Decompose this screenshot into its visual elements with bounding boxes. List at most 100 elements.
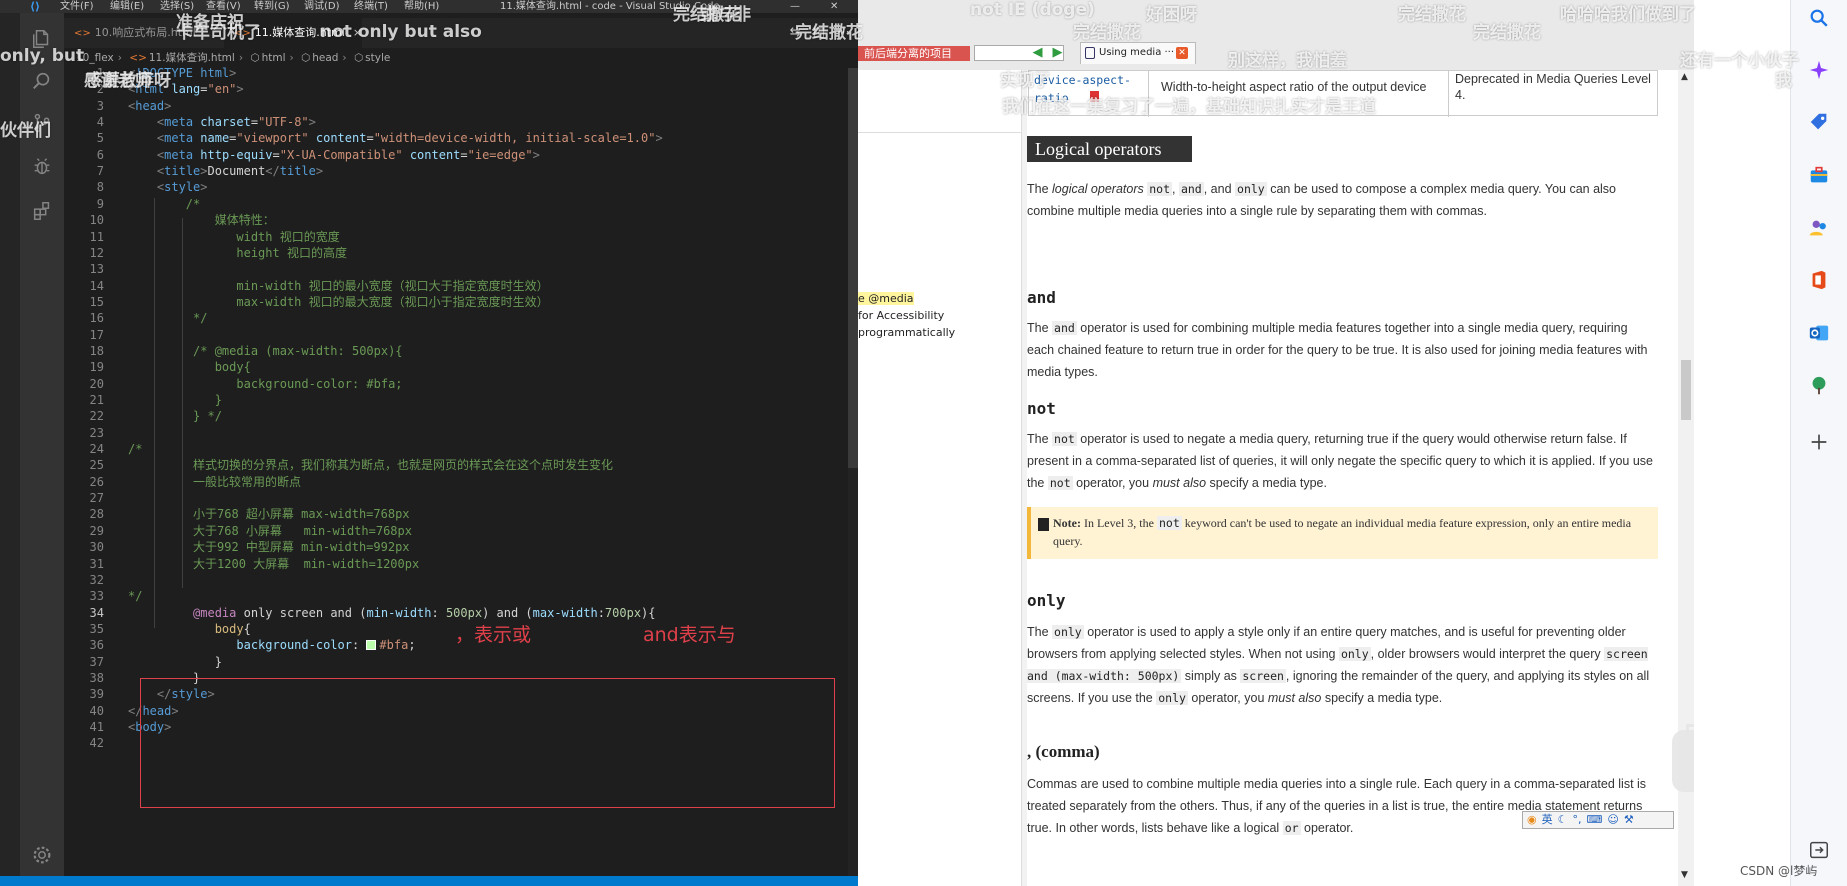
vscode-window: ⟨⟩ 文件(F) 编辑(E) 选择(S) 查看(V) 转到(G) 调试(D) 终… [0, 0, 858, 886]
status-bar [0, 876, 858, 886]
briefcase-icon[interactable] [1807, 163, 1831, 187]
left-pane-panel [858, 132, 1021, 212]
left-pane-link[interactable]: for Accessibility [858, 307, 955, 324]
note-box: Note: In Level 3, the not keyword can't … [1027, 507, 1658, 559]
menu-file[interactable]: 文件(F) [60, 0, 94, 13]
sparkle-icon[interactable] [1807, 58, 1831, 82]
section-heading-logical-operators: Logical operators [1027, 136, 1192, 162]
note-icon [1038, 518, 1049, 531]
ime-keyboard-icon[interactable]: ⌨ [1586, 813, 1602, 826]
element-icon: ⬡ [353, 52, 364, 64]
tag-icon[interactable] [1807, 110, 1831, 134]
danmaku-comment: not only but also [320, 22, 482, 42]
danmaku-comment: 别这样，我怕羞 [1228, 51, 1347, 71]
ime-tool-icon[interactable]: ⚒ [1624, 813, 1634, 826]
danmaku-comment: 哈哈哈我们做到了 [1560, 5, 1696, 25]
people-icon[interactable] [1807, 216, 1831, 240]
search-icon[interactable] [28, 67, 56, 95]
scrollbar-thumb[interactable] [848, 68, 858, 468]
danmaku-comment: 完结撒花 [1398, 5, 1466, 25]
heading-only: only [1027, 591, 1066, 610]
not-paragraph: The not operator is used to negate a med… [1027, 432, 1654, 490]
minimize-icon[interactable]: — [790, 0, 800, 13]
left-pane-link[interactable]: programmatically [858, 324, 955, 341]
left-pane-links: e @media for Accessibility programmatica… [858, 290, 955, 341]
settings-gear-icon[interactable] [28, 841, 56, 869]
color-swatch-icon[interactable] [366, 640, 377, 651]
csdn-watermark: CSDN @l梦屿 [1740, 864, 1818, 878]
extensions-icon[interactable] [28, 197, 56, 225]
breadcrumb-html[interactable]: html [262, 52, 286, 64]
element-icon: ⬡ [301, 52, 311, 64]
menu-help[interactable]: 帮助(H) [404, 0, 439, 13]
html-file-icon: <> [129, 52, 147, 64]
debug-icon[interactable] [28, 153, 56, 181]
danmaku-comment: 完结撒花 [1073, 23, 1141, 43]
scroll-down-icon[interactable]: ▼ [1681, 870, 1688, 880]
scrollbar-thumb[interactable] [1681, 360, 1691, 420]
ime-user-icon[interactable]: ☺ [1607, 813, 1618, 826]
ime-moon-icon[interactable]: ☾ [1558, 813, 1568, 826]
back-icon[interactable]: ◀ [1030, 45, 1045, 60]
danmaku-comment: 完结撒花 [673, 5, 741, 25]
close-tab-icon[interactable]: ✕ [1176, 47, 1188, 59]
html-file-icon: <> [74, 28, 91, 39]
document-icon [1085, 47, 1095, 59]
page-margin [1694, 0, 1790, 886]
danmaku-comment: 我们在这一集复习了一遍，基础知识扎实才是王道 [1002, 97, 1376, 117]
danmaku-comment: 好困呀 [1146, 5, 1197, 25]
expand-icon[interactable] [1807, 838, 1831, 862]
ime-toolbar[interactable]: ◉ 英 ☾ °, ⌨ ☺ ⚒ [1522, 811, 1674, 829]
code-line[interactable]: */ [128, 309, 207, 328]
menu-go[interactable]: 转到(G) [254, 0, 290, 13]
close-window-icon[interactable]: ✕ [830, 0, 838, 13]
note-text: Note: In Level 3, the not keyword can't … [1053, 516, 1632, 548]
left-pane-link[interactable]: e @media [858, 290, 955, 307]
scroll-up-icon[interactable]: ▲ [1681, 72, 1688, 82]
breadcrumb-head[interactable]: head [312, 52, 338, 64]
browser-tab-label: Using media ··· [1099, 47, 1175, 58]
breadcrumb-file[interactable]: 11.媒体查询.html [149, 52, 235, 64]
heading-and: and [1027, 288, 1056, 307]
danmaku-comment: not IE (doge) [970, 0, 1095, 20]
heading-comma: , (comma) [1027, 742, 1100, 761]
outlook-icon[interactable] [1807, 321, 1831, 345]
ime-punct-icon[interactable]: °, [1572, 813, 1581, 826]
tree-icon[interactable] [1807, 374, 1831, 398]
element-icon: ⬡ [250, 52, 260, 64]
code-line[interactable]: height 视口的高度 [128, 244, 347, 263]
forward-icon[interactable]: ▶ [1050, 45, 1065, 60]
code-line[interactable]: } */ [128, 407, 222, 426]
comma-paragraph: Commas are used to combine multiple medi… [1027, 777, 1647, 835]
code-editor[interactable]: 1 <!DOCTYPE html> 2 <html lang="en"> 3 <head>… [64, 66, 858, 876]
breadcrumb-style[interactable]: style [365, 52, 390, 64]
heading-not: not [1027, 399, 1056, 418]
activity-bar [20, 13, 64, 886]
menu-debug[interactable]: 调试(D) [304, 0, 340, 13]
danmaku-comment: 伙伴们 [0, 121, 51, 141]
annotation-or: ，表示或 [455, 624, 532, 646]
table-cell-status: Deprecated in Media Queries Level 4. [1455, 72, 1651, 102]
plus-icon[interactable] [1807, 430, 1831, 454]
menu-edit[interactable]: 编辑(E) [110, 0, 144, 13]
ime-lang[interactable]: 英 [1542, 813, 1553, 826]
menu-terminal[interactable]: 终端(T) [354, 0, 388, 13]
danmaku-comment: 卡车司机了 [176, 23, 261, 43]
left-edge [0, 13, 20, 886]
only-paragraph: The only operator is used to apply a sty… [1027, 625, 1650, 705]
danmaku-comment: only, but [0, 46, 85, 66]
code-line[interactable]: 大于1200 大屏幕 min-width=1200px [128, 555, 419, 574]
editor-scrollbar[interactable] [848, 68, 858, 876]
browser-left-pane: e @media for Accessibility programmatica… [858, 70, 1021, 886]
indent-guide [182, 218, 183, 588]
danmaku-comment: 完结撒花 [1473, 23, 1541, 43]
search-icon[interactable] [1807, 6, 1831, 30]
danmaku-comment: 感谢老师 [84, 71, 152, 91]
danmaku-comment: 完结撒花 [795, 23, 863, 43]
and-paragraph: The and operator is used for combining m… [1027, 321, 1648, 379]
danmaku-comment: 实现了 [1000, 71, 1051, 91]
mdn-article: device-aspect-ratio Width-to-height aspe… [1027, 70, 1678, 886]
edge-sidebar [1790, 0, 1847, 886]
bookmark-button[interactable]: 前后端分离的项目 [858, 46, 970, 61]
office-icon[interactable] [1807, 268, 1831, 292]
